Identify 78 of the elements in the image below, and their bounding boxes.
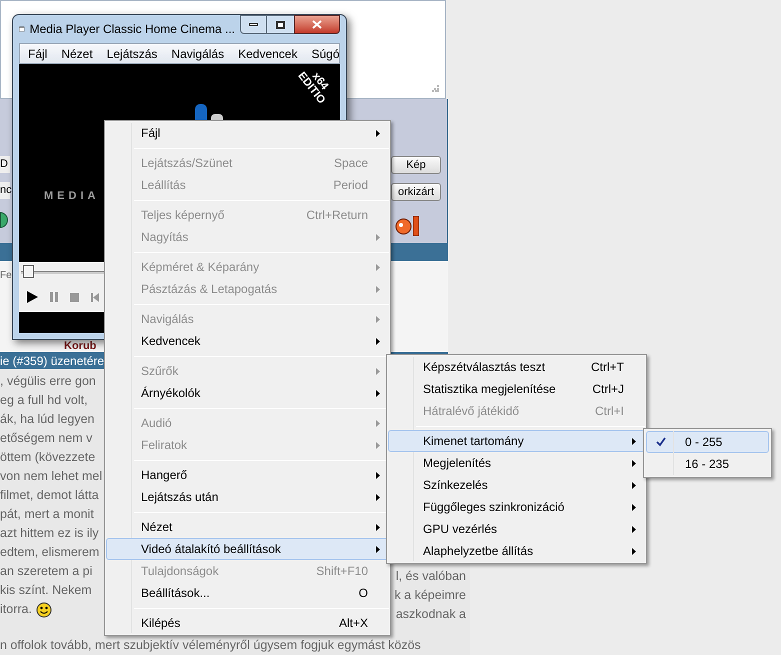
submenu-arrow-icon	[376, 524, 380, 530]
menu-item[interactable]: Kedvencek	[106, 330, 389, 352]
submenu-arrow-icon	[632, 504, 636, 510]
close-button[interactable]	[294, 15, 340, 34]
submenu-arrow-icon	[376, 286, 380, 292]
submenu-arrow-icon	[632, 548, 636, 554]
menu-item[interactable]: Kilépés Alt+X	[106, 612, 389, 634]
menu-item[interactable]: Beállítások... O	[106, 582, 389, 604]
menu-bar-item[interactable]: Navigálás	[171, 44, 224, 62]
menu-item[interactable]: Megjelenítés	[388, 452, 645, 474]
maximize-button[interactable]	[267, 15, 294, 34]
window-title: Media Player Classic Home Cinema ...	[30, 21, 235, 38]
post-text: von nem lehet mel	[0, 468, 102, 486]
post-text: ák, ha lúd legyen	[0, 411, 95, 428]
menu-item[interactable]: 16 - 235	[646, 453, 769, 475]
menu-item[interactable]: Kimenet tartomány	[388, 430, 645, 452]
submenu-arrow-icon	[376, 368, 380, 374]
post-text: eg a full hd volt,	[0, 392, 88, 410]
post-text: edtem, elismerem	[0, 544, 100, 562]
menu-bar-item[interactable]: Súgó	[311, 44, 340, 62]
toolbar-button[interactable]: Kép	[391, 156, 441, 174]
submenu-arrow-icon	[376, 420, 380, 426]
post-text: filmet, demot látta	[0, 487, 99, 504]
minimize-button[interactable]	[240, 15, 267, 34]
resize-grip-icon	[432, 85, 439, 92]
menu-item[interactable]: Lejátszás után	[106, 486, 389, 508]
menu-bar-item[interactable]: Nézet	[61, 44, 93, 62]
menu-item[interactable]: Függőleges szinkronizáció	[388, 496, 645, 518]
submenu-arrow-icon	[632, 460, 636, 466]
post-text: l, és valóban	[396, 568, 466, 586]
button-fragment[interactable]: D	[0, 156, 10, 174]
post-text: , végülis erre gon	[0, 373, 96, 390]
submenu-arrow-icon	[376, 442, 380, 448]
submenu-arrow-icon	[376, 264, 380, 270]
submenu-arrow-icon	[632, 482, 636, 488]
submenu-arrow-icon	[376, 472, 380, 478]
menu-item[interactable]: Videó átalakító beállítások	[106, 538, 389, 560]
menu-item[interactable]: Képszétválasztás teszt Ctrl+T	[388, 356, 645, 378]
post-text: an szeretem a pi	[0, 563, 92, 580]
menu-item[interactable]: Statisztika megjelenítése Ctrl+J	[388, 378, 645, 400]
menu-bar-item[interactable]: Kedvencek	[238, 44, 298, 62]
menu-item[interactable]: Fájl	[106, 122, 389, 144]
post-text: k a képeimre	[394, 587, 466, 604]
submenu-arrow-icon	[376, 316, 380, 322]
submenu-arrow-icon	[376, 130, 380, 136]
submenu-arrow-icon	[632, 526, 636, 532]
menu-item[interactable]: Hangerő	[106, 464, 389, 486]
post-text: itorra.	[0, 601, 32, 618]
play-icon[interactable]	[27, 291, 38, 303]
button-fragment[interactable]: nc	[0, 182, 10, 200]
menu-item[interactable]: Nézet	[106, 516, 389, 538]
close-icon	[312, 20, 322, 29]
submenu-arrow-icon	[376, 546, 380, 552]
post-text: etőségem nem v	[0, 430, 92, 448]
post-text: pát, mert a monit	[0, 506, 94, 524]
post-text: aszkodnak a	[396, 606, 466, 624]
submenu-arrow-icon	[376, 234, 380, 240]
post-text: azt hittem ez is ily	[0, 525, 99, 542]
post-text: kis színt. Nekem	[0, 582, 92, 600]
submenu-arrow-icon	[376, 338, 380, 344]
logo-text: MEDIA	[44, 188, 100, 204]
toolbar-button[interactable]: orkizárt	[391, 183, 441, 202]
reply-header-text: ie (#359) üzenetére	[0, 352, 104, 370]
submenu-arrow-icon	[376, 494, 380, 500]
menu-bar-item[interactable]: Lejátszás	[106, 44, 158, 62]
submenu-arrow-icon	[376, 390, 380, 396]
menu-item[interactable]: Alaphelyzetbe állítás	[388, 540, 645, 562]
post-text: öttem (kövezzete	[0, 449, 96, 466]
menu-item[interactable]: 0 - 255	[646, 431, 769, 453]
menu-item[interactable]: GPU vezérlés	[388, 518, 645, 540]
menu-bar-item[interactable]: Fájl	[28, 44, 48, 62]
section-label: Fe	[0, 268, 12, 283]
post-text: n offolok tovább, mert szubjektív véleményről úgysem fogjuk egymást közös	[0, 637, 422, 654]
menu-item[interactable]: Árnyékolók	[106, 382, 389, 404]
seek-thumb[interactable]	[23, 265, 34, 278]
author-name: Korub	[64, 340, 96, 352]
menu-item[interactable]: Színkezelés	[388, 474, 645, 496]
submenu-arrow-icon	[632, 438, 636, 444]
